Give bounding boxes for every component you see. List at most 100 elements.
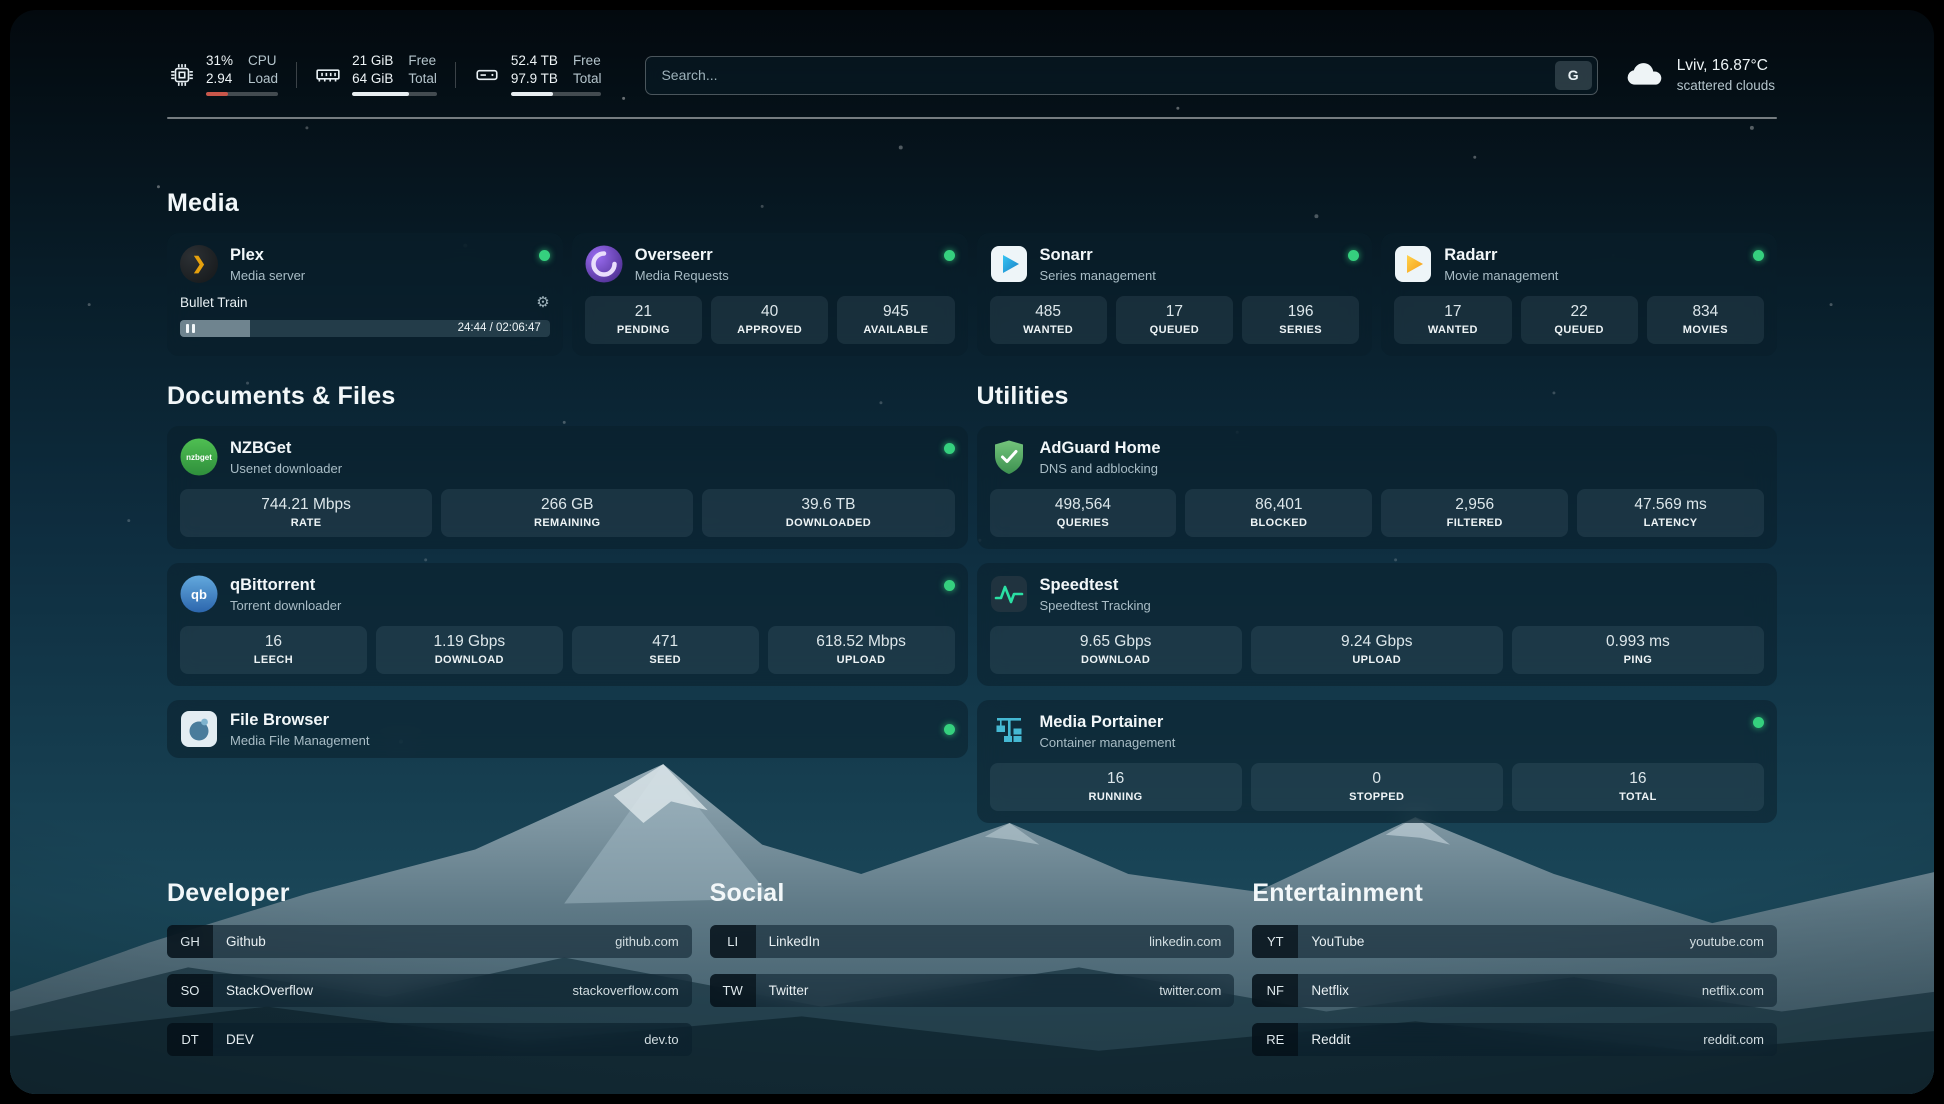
stat-tile: 1.19 Gbps DOWNLOAD — [376, 626, 563, 674]
cpu-usage-value: 31% — [206, 54, 233, 69]
bookmark-abbr: RE — [1252, 1023, 1298, 1056]
bookmark-github[interactable]: GH Github github.com — [167, 925, 692, 958]
stat-tile: 86,401 BLOCKED — [1185, 489, 1372, 537]
gear-icon[interactable]: ⚙ — [536, 293, 549, 311]
stat-tile: 16 TOTAL — [1512, 763, 1764, 811]
bookmarks-entertainment: Entertainment YT YouTube youtube.com NF … — [1252, 879, 1777, 1072]
service-card-filebrowser[interactable]: File Browser Media File Management — [167, 700, 968, 758]
bookmark-abbr: DT — [167, 1023, 213, 1056]
service-card-portainer[interactable]: Media Portainer Container management 16 … — [977, 700, 1778, 823]
sonarr-icon — [990, 245, 1028, 283]
service-subtitle: Media File Management — [230, 733, 369, 748]
stat-tile: 39.6 TB DOWNLOADED — [702, 489, 954, 537]
cloud-icon — [1624, 58, 1664, 93]
dashboard-screen: 31% 2.94 CPU Load — [10, 10, 1934, 1094]
memory-icon — [315, 62, 341, 88]
service-card-adguard[interactable]: AdGuard Home DNS and adblocking 498,564 … — [977, 426, 1778, 549]
bookmark-name: Github — [226, 934, 266, 949]
service-subtitle: DNS and adblocking — [1040, 461, 1161, 476]
bookmark-twitter[interactable]: TW Twitter twitter.com — [710, 974, 1235, 1007]
service-title: Sonarr — [1040, 246, 1156, 265]
service-subtitle: Movie management — [1444, 268, 1558, 283]
service-card-nzbget[interactable]: nzbget NZBGet Usenet downloader 74 — [167, 426, 968, 549]
pause-icon[interactable] — [186, 324, 195, 333]
status-dot — [1348, 250, 1359, 261]
disk-free-label: Free — [573, 54, 602, 69]
status-dot — [1753, 717, 1764, 728]
stat-tile: 40 APPROVED — [711, 296, 828, 344]
bookmark-stackoverflow[interactable]: SO StackOverflow stackoverflow.com — [167, 974, 692, 1007]
documents-heading: Documents & Files — [167, 382, 968, 411]
header-divider — [167, 117, 1777, 119]
bookmark-url: github.com — [615, 934, 679, 949]
developer-heading: Developer — [167, 879, 692, 908]
search-bar[interactable]: G — [645, 56, 1597, 95]
weather-location-temp: Lviv, 16.87°C — [1677, 57, 1775, 75]
top-bar: 31% 2.94 CPU Load — [167, 46, 1777, 104]
memory-free-label: Free — [408, 54, 437, 69]
stat-tile: 266 GB REMAINING — [441, 489, 693, 537]
stat-tile: 945 AVAILABLE — [837, 296, 954, 344]
cpu-usage-bar — [206, 92, 278, 96]
utilities-heading: Utilities — [977, 382, 1778, 411]
stat-tile: 744.21 Mbps RATE — [180, 489, 432, 537]
disk-widget: 52.4 TB 97.9 TB Free Total — [456, 54, 620, 97]
bookmarks-developer: Developer GH Github github.com SO StackO… — [167, 879, 692, 1072]
bookmark-abbr: GH — [167, 925, 213, 958]
now-playing-title: Bullet Train — [180, 295, 248, 310]
weather-condition: scattered clouds — [1677, 78, 1775, 93]
service-title: Radarr — [1444, 246, 1558, 265]
status-dot — [539, 250, 550, 261]
stat-tile: 0 STOPPED — [1251, 763, 1503, 811]
bookmark-abbr: LI — [710, 925, 756, 958]
disk-icon — [474, 62, 500, 88]
bookmarks-social: Social LI LinkedIn linkedin.com TW Twitt… — [710, 879, 1235, 1072]
stat-tile: 196 SERIES — [1242, 296, 1359, 344]
memory-total-label: Total — [408, 72, 437, 87]
playback-progress-bar[interactable]: 24:44 / 02:06:47 — [180, 320, 550, 337]
status-dot — [944, 724, 955, 735]
service-title: NZBGet — [230, 439, 342, 458]
bookmark-url: netflix.com — [1702, 983, 1764, 998]
qbittorrent-icon: qb — [180, 575, 218, 613]
service-card-speedtest[interactable]: Speedtest Speedtest Tracking 9.65 Gbps D… — [977, 563, 1778, 686]
utilities-section: Utilities — [977, 382, 1778, 823]
memory-total-value: 64 GiB — [352, 72, 393, 87]
status-dot — [1753, 250, 1764, 261]
portainer-icon — [990, 712, 1028, 750]
service-title: Overseerr — [635, 246, 729, 265]
search-input[interactable] — [661, 67, 1554, 83]
service-subtitle: Media server — [230, 268, 305, 283]
svg-text:nzbget: nzbget — [186, 453, 212, 462]
bookmark-reddit[interactable]: RE Reddit reddit.com — [1252, 1023, 1777, 1056]
bookmark-url: dev.to — [644, 1032, 678, 1047]
overseerr-icon — [585, 245, 623, 283]
bookmark-netflix[interactable]: NF Netflix netflix.com — [1252, 974, 1777, 1007]
service-title: qBittorrent — [230, 576, 341, 595]
weather-widget: Lviv, 16.87°C scattered clouds — [1624, 57, 1777, 93]
filebrowser-icon — [180, 710, 218, 748]
stat-tile: 16 RUNNING — [990, 763, 1242, 811]
bookmark-url: stackoverflow.com — [572, 983, 678, 998]
bookmark-name: Netflix — [1311, 983, 1349, 998]
memory-widget: 21 GiB 64 GiB Free Total — [297, 54, 455, 97]
service-card-qbittorrent[interactable]: qb qBittorrent Torrent downloader — [167, 563, 968, 686]
service-card-plex[interactable]: ❯ Plex Media server Bullet Train ⚙ — [167, 233, 563, 356]
bookmark-youtube[interactable]: YT YouTube youtube.com — [1252, 925, 1777, 958]
service-card-radarr[interactable]: Radarr Movie management 17 WANTED 22 QUE… — [1381, 233, 1777, 356]
bookmark-linkedin[interactable]: LI LinkedIn linkedin.com — [710, 925, 1235, 958]
disk-usage-bar — [511, 92, 602, 96]
stat-tile: 21 PENDING — [585, 296, 702, 344]
media-heading: Media — [167, 189, 1777, 218]
service-title: File Browser — [230, 711, 369, 730]
service-card-overseerr[interactable]: Overseerr Media Requests 21 PENDING 40 A… — [572, 233, 968, 356]
service-card-sonarr[interactable]: Sonarr Series management 485 WANTED 17 Q… — [977, 233, 1373, 356]
bookmark-dev[interactable]: DT DEV dev.to — [167, 1023, 692, 1056]
stat-tile: 17 WANTED — [1394, 296, 1511, 344]
documents-section: Documents & Files nzbget — [167, 382, 968, 823]
speedtest-icon — [990, 575, 1028, 613]
disk-total-value: 97.9 TB — [511, 72, 558, 87]
service-title: Plex — [230, 246, 305, 265]
memory-usage-bar — [352, 92, 437, 96]
search-engine-button[interactable]: G — [1555, 61, 1592, 90]
